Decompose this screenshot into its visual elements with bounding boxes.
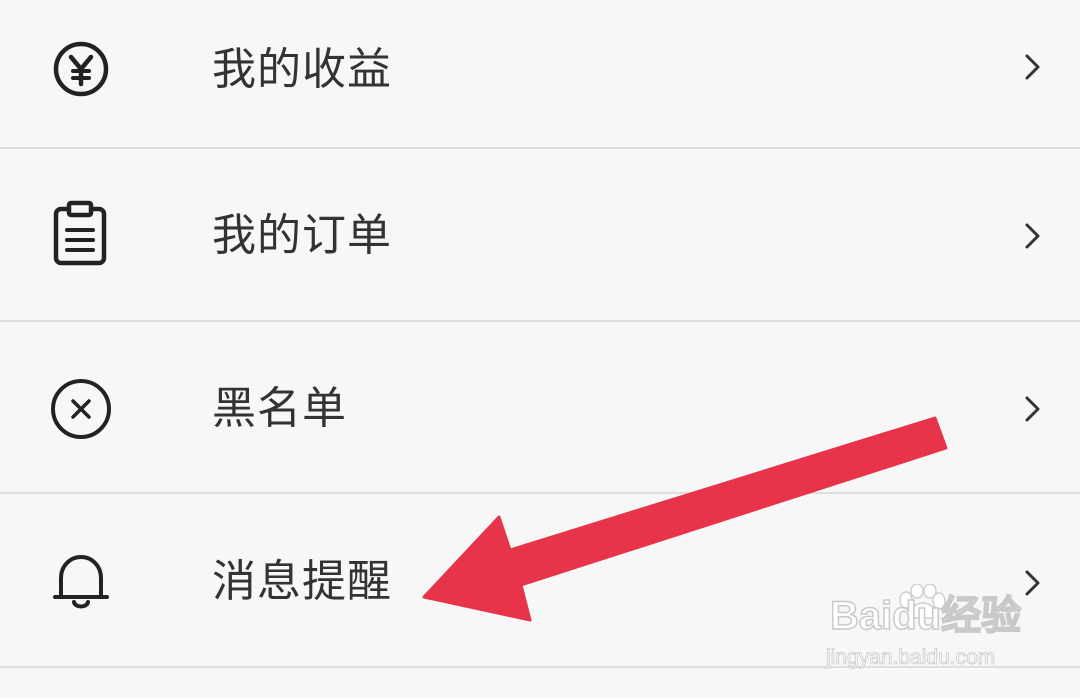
- menu-item-blacklist[interactable]: 黑名单: [0, 322, 1080, 492]
- chevron-right-icon: [1018, 47, 1048, 87]
- menu-item-label: 黑名单: [212, 383, 347, 434]
- clipboard-icon: [46, 199, 116, 269]
- yuan-circle-icon: [46, 34, 116, 104]
- watermark-url-text: jingyan.baidu.com: [826, 646, 996, 670]
- watermark-logo-text: Baidu经验: [829, 593, 1022, 639]
- baidu-watermark: Baidu经验 jingyan.baidu.com: [826, 584, 1056, 674]
- chevron-right-icon: [1018, 216, 1048, 256]
- menu-item-my-orders[interactable]: 我的订单: [0, 149, 1080, 320]
- menu-item-my-earnings[interactable]: 我的收益: [0, 0, 1080, 147]
- menu-item-label: 我的收益: [212, 44, 392, 95]
- x-circle-icon: [46, 374, 116, 444]
- menu-item-label: 我的订单: [212, 210, 392, 261]
- menu-item-label: 消息提醒: [212, 556, 392, 607]
- bell-icon: [46, 546, 116, 616]
- chevron-right-icon: [1018, 389, 1048, 429]
